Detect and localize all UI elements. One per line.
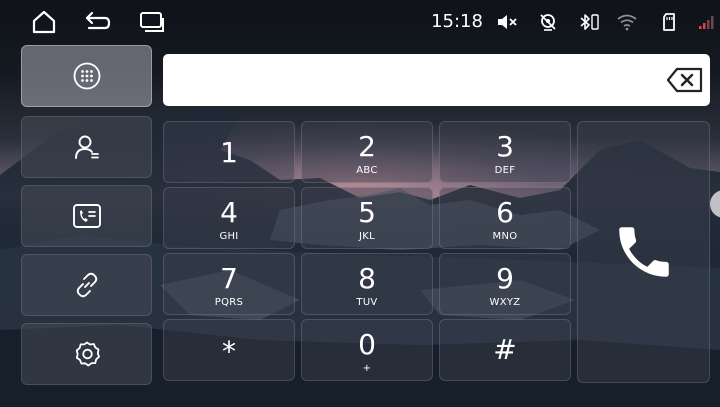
key-digit: 1 bbox=[220, 136, 238, 169]
key-7[interactable]: 7 PQRS bbox=[163, 253, 295, 315]
key-letters: JKL bbox=[359, 231, 375, 242]
key-0[interactable]: 0 + bbox=[301, 319, 433, 381]
dial-number-field[interactable] bbox=[163, 54, 710, 106]
call-log-icon bbox=[72, 204, 101, 228]
key-letters: DEF bbox=[494, 165, 516, 176]
sidebar-item-call-log[interactable] bbox=[21, 185, 152, 247]
key-letters: PQRS bbox=[214, 297, 244, 308]
key-1[interactable]: 1 bbox=[163, 121, 295, 183]
sidebar-item-contacts[interactable] bbox=[21, 116, 152, 178]
key-letters: GHI bbox=[219, 231, 239, 242]
key-letters: TUV bbox=[356, 297, 378, 308]
sidebar-item-settings[interactable] bbox=[21, 323, 152, 385]
key-digit: 6 bbox=[496, 196, 514, 229]
key-letters: WXYZ bbox=[489, 297, 521, 308]
key-digit: 4 bbox=[220, 196, 238, 229]
backspace-icon[interactable] bbox=[666, 65, 704, 95]
key-letters: + bbox=[362, 363, 372, 374]
key-star[interactable]: * bbox=[163, 319, 295, 381]
key-6[interactable]: 6 MNO bbox=[439, 187, 571, 249]
sidebar-item-dialpad[interactable] bbox=[21, 45, 152, 107]
wifi-icon bbox=[612, 8, 642, 36]
dialpad-icon bbox=[73, 62, 100, 90]
key-3[interactable]: 3 DEF bbox=[439, 121, 571, 183]
key-digit: 2 bbox=[358, 130, 376, 163]
call-button[interactable] bbox=[577, 121, 710, 383]
clock-time: 15:18 bbox=[431, 11, 483, 32]
status-bar: 15:18 bbox=[0, 0, 720, 44]
key-digit: * bbox=[222, 335, 236, 368]
key-digit: 3 bbox=[496, 130, 514, 163]
back-icon[interactable] bbox=[82, 8, 112, 36]
key-digit: 8 bbox=[358, 262, 376, 295]
key-5[interactable]: 5 JKL bbox=[301, 187, 433, 249]
settings-icon bbox=[75, 341, 100, 367]
recent-apps-icon[interactable] bbox=[137, 8, 167, 36]
key-4[interactable]: 4 GHI bbox=[163, 187, 295, 249]
key-2[interactable]: 2 ABC bbox=[301, 121, 433, 183]
key-digit: 9 bbox=[496, 262, 514, 295]
key-digit: 0 bbox=[358, 328, 376, 361]
bluetooth-phone-icon bbox=[574, 8, 604, 36]
home-icon[interactable] bbox=[29, 8, 59, 36]
key-letters: ABC bbox=[356, 165, 378, 176]
link-icon bbox=[76, 272, 97, 298]
key-9[interactable]: 9 WXYZ bbox=[439, 253, 571, 315]
location-off-icon bbox=[533, 8, 563, 36]
phone-call-icon bbox=[618, 227, 669, 277]
key-digit: # bbox=[493, 333, 517, 366]
key-digit: 5 bbox=[358, 196, 376, 229]
signal-icon bbox=[692, 8, 720, 36]
key-digit: 7 bbox=[220, 262, 238, 295]
phone-dialer-screen: 15:18 1 2 ABC 3 DEF 4 GHI 5 JKL 6 MNO 7 … bbox=[0, 0, 720, 407]
key-8[interactable]: 8 TUV bbox=[301, 253, 433, 315]
sd-card-icon bbox=[654, 8, 684, 36]
key-letters: MNO bbox=[492, 231, 518, 242]
sidebar-item-link[interactable] bbox=[21, 254, 152, 316]
contacts-icon bbox=[74, 135, 99, 159]
mute-icon bbox=[492, 8, 522, 36]
key-hash[interactable]: # bbox=[439, 319, 571, 381]
